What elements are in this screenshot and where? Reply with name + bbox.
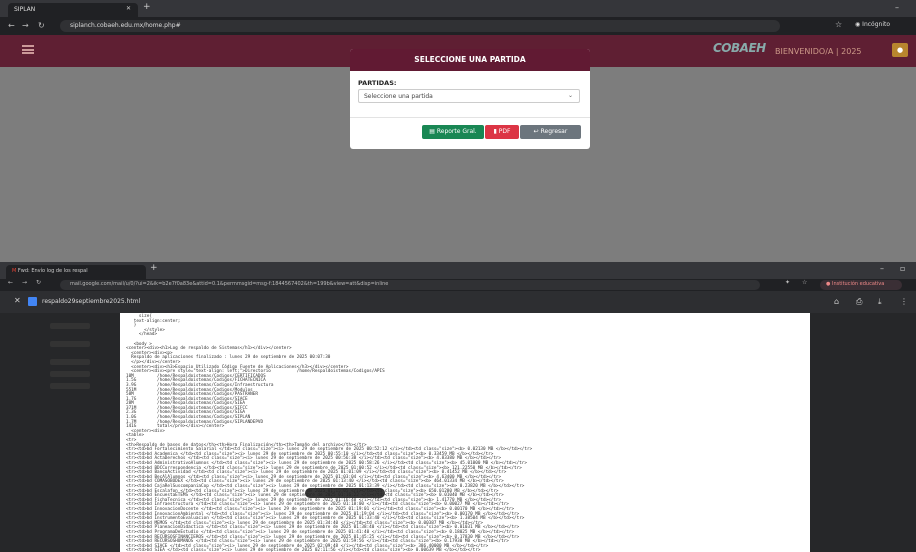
incognito-indicator[interactable]: ◉ Incógnito (855, 21, 890, 28)
source-code: size{ text-align:center; } </style> </he… (126, 314, 804, 552)
maximize-icon-2[interactable]: ▫ (900, 264, 905, 273)
url-input-2[interactable]: mail.google.com/mail/u/0/?ui=2&ik=b2e7f0… (60, 280, 760, 290)
pdf-label: PDF (498, 128, 511, 135)
modal-title: SELECCIONE UNA PARTIDA (350, 49, 590, 71)
sidebar-placeholder (50, 383, 90, 389)
file-type-icon (28, 297, 37, 306)
zoom-controls-pill[interactable] (305, 488, 385, 498)
reload-icon-2[interactable]: ↻ (36, 279, 41, 286)
forward-icon[interactable]: → (22, 21, 29, 30)
profile-label: Institución educativa (831, 281, 885, 287)
bookmark-star-icon-2[interactable]: ☆ (802, 279, 807, 286)
gmail-icon: M (12, 268, 17, 274)
profile-chip[interactable]: ● Institución educativa (820, 280, 902, 290)
new-tab-icon[interactable]: + (143, 2, 151, 12)
back-label: Regresar (540, 128, 568, 135)
new-tab-icon-2[interactable]: + (150, 263, 158, 273)
select-partida-modal: SELECCIONE UNA PARTIDA PARTIDAS: Selecci… (350, 49, 590, 149)
partidas-select-value: Seleccione una partida (364, 93, 433, 100)
cobaeh-logo: COBAEH (713, 41, 766, 55)
html-source-document[interactable]: size{ text-align:center; } </style> </he… (120, 313, 810, 552)
bookmark-star-icon[interactable]: ☆ (835, 20, 842, 29)
more-options-icon[interactable]: ⋮ (900, 297, 908, 306)
file-viewer-toolbar: ✕ respaldo29septiembre2025.html ⌂ ⎙ ⤓ ⋮ (0, 291, 916, 313)
incognito-label: Incógnito (862, 21, 891, 28)
url-text-2: mail.google.com/mail/u/0/?ui=2&ik=b2e7f0… (70, 281, 389, 287)
sidebar-placeholder (50, 359, 90, 365)
user-icon: ● (896, 46, 904, 54)
back-icon[interactable]: ← (8, 21, 15, 30)
return-arrow-icon: ↩ (533, 128, 539, 135)
tab-title: SIPLAN (14, 6, 36, 13)
back-button[interactable]: ↩ Regresar (520, 125, 581, 139)
tab2-title: Fwd: Envío log de los respal (17, 268, 88, 274)
incognito-icon: ◉ (855, 21, 861, 28)
open-with-icon[interactable]: ⌂ (834, 297, 839, 306)
download-icon[interactable]: ⤓ (878, 297, 882, 307)
report-general-button[interactable]: ▤ Reporte Gral. (422, 125, 484, 139)
forward-icon-2[interactable]: → (22, 279, 27, 286)
top-tab-bar: SIPLAN ✕ + – (0, 0, 916, 17)
top-address-bar: ← → ↻ siplanch.cobaeh.edu.mx/home.php# ☆… (0, 17, 916, 35)
url-input[interactable]: siplanch.cobaeh.edu.mx/home.php# (60, 20, 780, 32)
modal-divider (350, 117, 590, 118)
report-icon: ▤ (429, 128, 435, 135)
partidas-select[interactable]: Seleccione una partida ⌄ (358, 89, 580, 103)
menu-hamburger-icon[interactable] (22, 45, 34, 54)
sidebar-placeholder (50, 341, 90, 347)
extensions-icon[interactable]: ✦ (785, 279, 790, 286)
close-viewer-icon[interactable]: ✕ (14, 296, 21, 305)
pdf-icon: ▮ (493, 128, 497, 135)
bottom-tab-bar: M Fwd: Envío log de los respal + – ▫ (0, 262, 916, 279)
tab-gmail-attachment[interactable]: M Fwd: Envío log de los respal (6, 265, 146, 279)
close-tab-icon[interactable]: ✕ (126, 5, 131, 12)
profile-avatar-icon: ● (826, 281, 831, 287)
gmail-sidebar-dimmed (0, 313, 120, 552)
minimize-icon-2[interactable]: – (880, 264, 884, 273)
gmail-right-panel-dimmed (810, 313, 916, 552)
top-browser-window: SIPLAN ✕ + – ← → ↻ siplanch.cobaeh.edu.m… (0, 0, 916, 262)
welcome-text: BIENVENIDO/A | 2025 (775, 47, 862, 56)
report-general-label: Reporte Gral. (436, 128, 477, 135)
minimize-icon[interactable]: – (895, 3, 899, 12)
bottom-browser-window: M Fwd: Envío log de los respal + – ▫ ← →… (0, 262, 916, 552)
sidebar-placeholder (50, 323, 90, 329)
back-icon-2[interactable]: ← (8, 279, 13, 286)
header-action-button[interactable]: ● (892, 43, 908, 57)
partidas-label: PARTIDAS: (358, 79, 397, 87)
chevron-down-icon: ⌄ (567, 92, 573, 99)
tab-siplan[interactable]: SIPLAN ✕ (8, 3, 138, 17)
url-text: siplanch.cobaeh.edu.mx/home.php# (70, 22, 181, 29)
sidebar-placeholder (50, 371, 90, 377)
file-name: respaldo29septiembre2025.html (42, 298, 141, 305)
bottom-address-bar: ← → ↻ mail.google.com/mail/u/0/?ui=2&ik=… (0, 279, 916, 291)
reload-icon[interactable]: ↻ (38, 21, 45, 30)
print-icon[interactable]: ⎙ (856, 297, 862, 307)
pdf-button[interactable]: ▮ PDF (485, 125, 519, 139)
